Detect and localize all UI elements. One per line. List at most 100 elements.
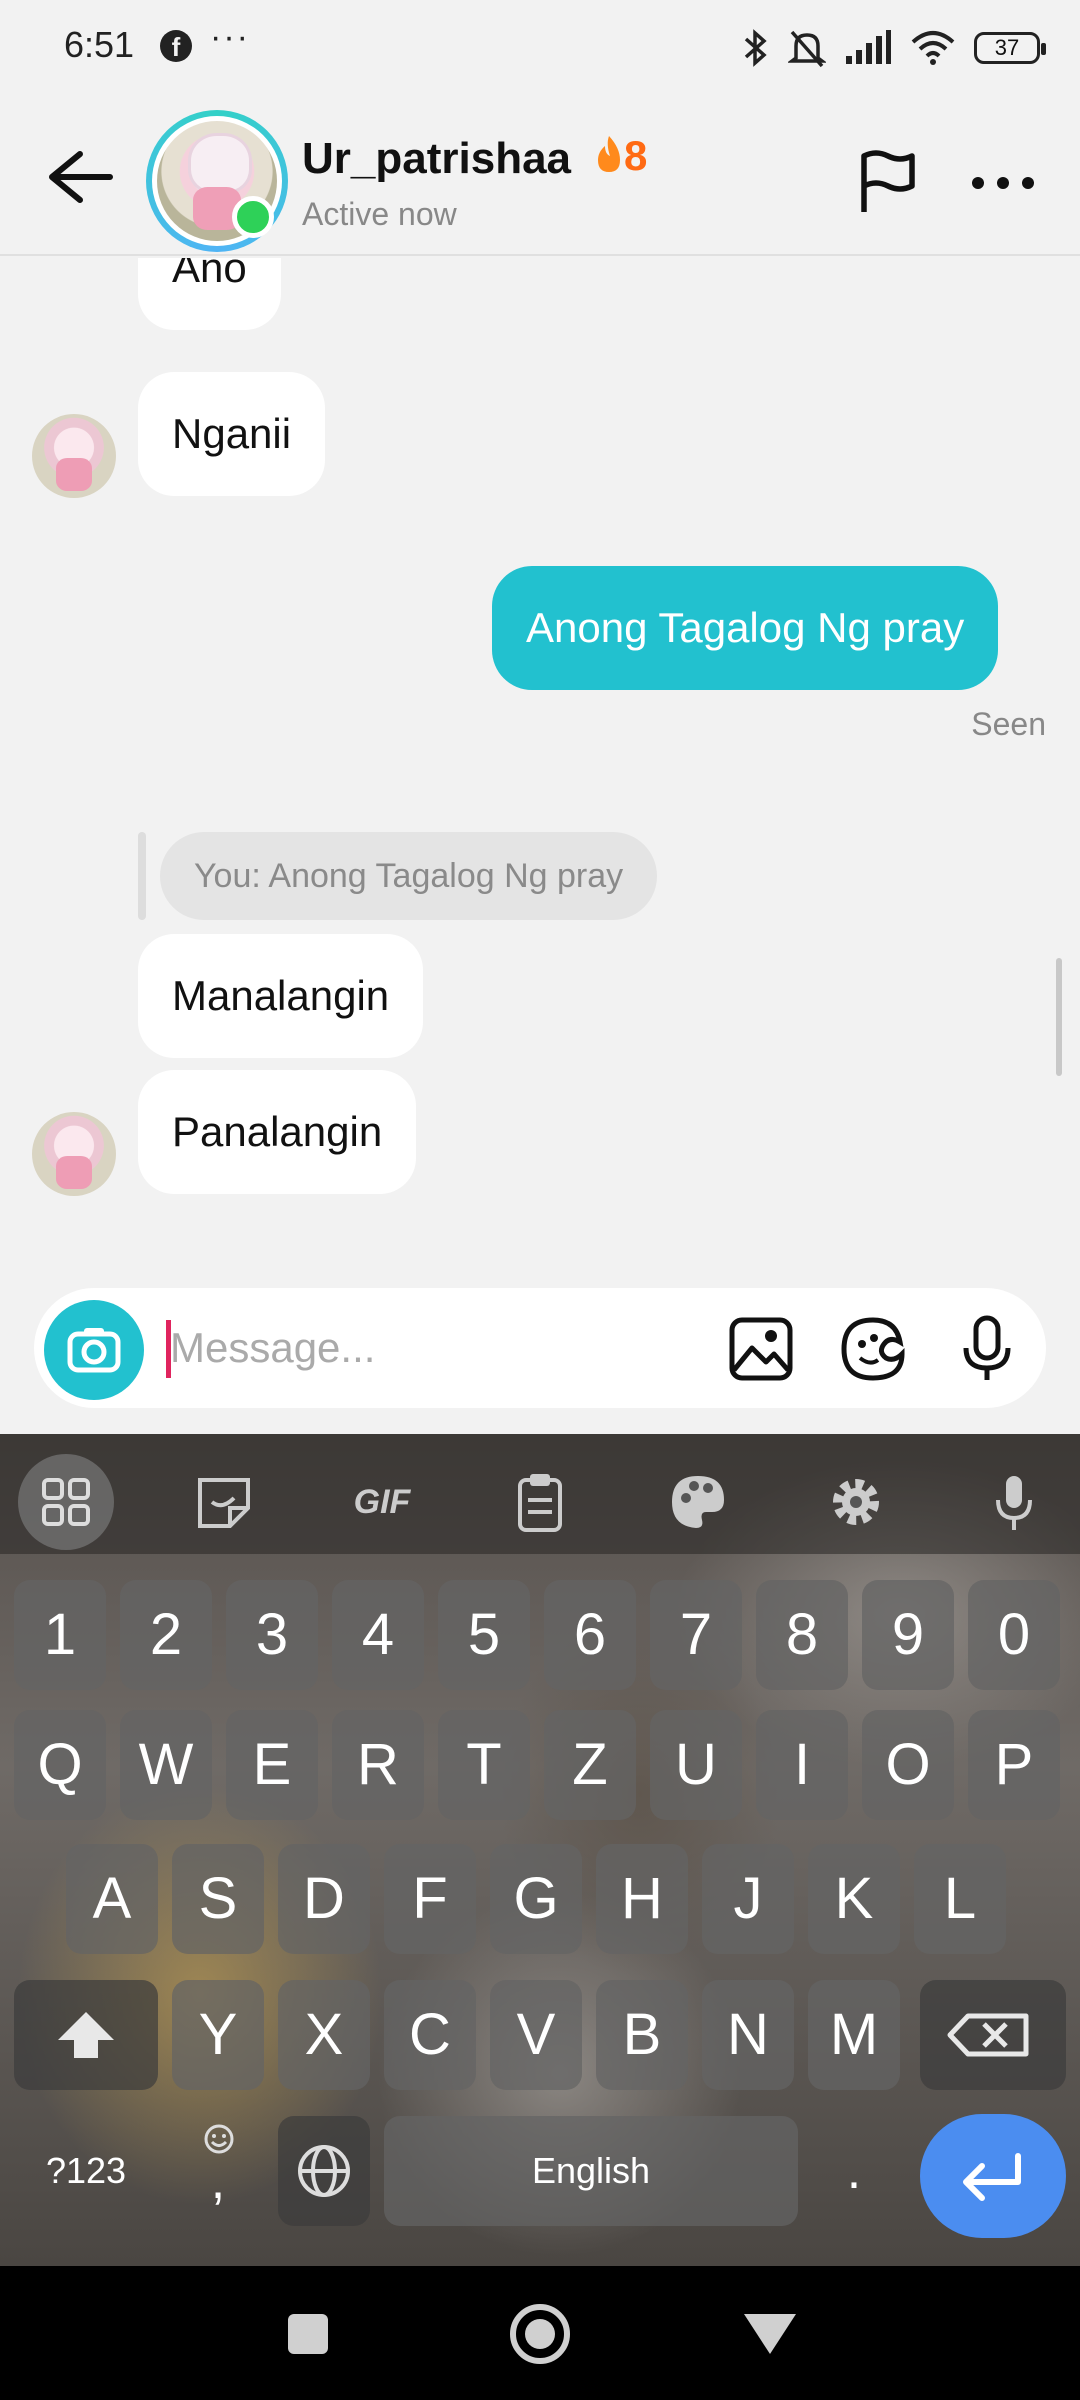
message-composer xyxy=(34,1288,1046,1408)
comma-emoji-key[interactable]: , xyxy=(172,2116,264,2226)
key-b[interactable]: B xyxy=(596,1980,688,2090)
reply-preview[interactable]: You: Anong Tagalog Ng pray xyxy=(160,832,658,920)
key-e[interactable]: E xyxy=(226,1710,318,1820)
wifi-icon xyxy=(911,31,955,65)
message-bubble-sent[interactable]: Anong Tagalog Ng pray xyxy=(492,566,999,690)
message-bubble-received[interactable]: Ano xyxy=(138,258,281,330)
key-9[interactable]: 9 xyxy=(862,1580,954,1690)
key-m[interactable]: M xyxy=(808,1980,900,2090)
reply-indicator xyxy=(138,832,146,920)
back-arrow-icon[interactable] xyxy=(40,142,120,212)
apps-grid-icon[interactable] xyxy=(18,1454,114,1550)
more-options-icon[interactable] xyxy=(968,148,1038,218)
streak-count: 8 xyxy=(624,132,648,179)
sticker-keyboard-icon[interactable] xyxy=(176,1454,272,1550)
key-5[interactable]: 5 xyxy=(438,1580,530,1690)
key-0[interactable]: 0 xyxy=(968,1580,1060,1690)
more-notifications-icon: ··· xyxy=(210,18,250,56)
settings-gear-icon[interactable] xyxy=(808,1454,904,1550)
key-v[interactable]: V xyxy=(490,1980,582,2090)
key-z[interactable]: Z xyxy=(544,1710,636,1820)
fire-icon xyxy=(598,136,620,172)
message-text: Ano xyxy=(172,258,247,291)
symbols-key[interactable]: ?123 xyxy=(14,2116,158,2226)
status-time: 6:51 xyxy=(64,24,135,65)
key-a[interactable]: A xyxy=(66,1844,158,1954)
key-j[interactable]: J xyxy=(702,1844,794,1954)
key-d[interactable]: D xyxy=(278,1844,370,1954)
gif-button[interactable]: GIF xyxy=(334,1454,430,1550)
gallery-image-icon[interactable] xyxy=(726,1314,796,1384)
shift-key[interactable] xyxy=(14,1980,158,2090)
key-x[interactable]: X xyxy=(278,1980,370,2090)
key-2[interactable]: 2 xyxy=(120,1580,212,1690)
message-list[interactable]: Ano Nganii Anong Tagalog Ng pray Seen Yo… xyxy=(0,258,1080,1258)
scrollbar[interactable] xyxy=(1056,958,1062,1076)
period-key[interactable]: . xyxy=(808,2116,900,2226)
system-navigation-bar xyxy=(0,2266,1080,2400)
camera-button[interactable] xyxy=(44,1300,144,1400)
key-k[interactable]: K xyxy=(808,1844,900,1954)
key-7[interactable]: 7 xyxy=(650,1580,742,1690)
key-4[interactable]: 4 xyxy=(332,1580,424,1690)
chat-header: Ur_patrishaa 8 Active now xyxy=(0,96,1080,256)
message-text: Anong Tagalog Ng pray xyxy=(526,604,965,651)
space-bar[interactable]: English xyxy=(384,2116,798,2226)
key-i[interactable]: I xyxy=(756,1710,848,1820)
emoji-icon xyxy=(204,2124,234,2154)
key-w[interactable]: W xyxy=(120,1710,212,1820)
microphone-icon[interactable] xyxy=(952,1314,1022,1384)
bluetooth-icon xyxy=(744,29,767,67)
key-r[interactable]: R xyxy=(332,1710,424,1820)
active-status: Active now xyxy=(302,196,457,232)
message-text: Panalangin xyxy=(172,1108,383,1155)
message-input[interactable] xyxy=(170,1308,690,1388)
key-y[interactable]: Y xyxy=(172,1980,264,2090)
message-text: Manalangin xyxy=(172,972,390,1019)
key-3[interactable]: 3 xyxy=(226,1580,318,1690)
key-h[interactable]: H xyxy=(596,1844,688,1954)
clipboard-icon[interactable] xyxy=(492,1454,588,1550)
enter-key[interactable] xyxy=(920,2114,1066,2238)
sender-avatar[interactable] xyxy=(32,414,116,498)
key-n[interactable]: N xyxy=(702,1980,794,2090)
key-1[interactable]: 1 xyxy=(14,1580,106,1690)
sender-avatar[interactable] xyxy=(32,1112,116,1196)
battery-icon: 37 xyxy=(974,32,1046,64)
comma-label: , xyxy=(210,2152,226,2210)
home-circle-icon[interactable] xyxy=(510,2304,570,2364)
globe-icon xyxy=(298,2145,350,2197)
backspace-key[interactable] xyxy=(920,1980,1066,2090)
seen-label: Seen xyxy=(971,706,1046,742)
key-c[interactable]: C xyxy=(384,1980,476,2090)
sticker-icon[interactable] xyxy=(838,1314,908,1384)
key-o[interactable]: O xyxy=(862,1710,954,1820)
signal-icon xyxy=(846,30,891,64)
key-f[interactable]: F xyxy=(384,1844,476,1954)
key-u[interactable]: U xyxy=(650,1710,742,1820)
backspace-icon xyxy=(947,2013,1029,2057)
back-triangle-icon[interactable] xyxy=(744,2314,796,2354)
voice-input-icon[interactable] xyxy=(966,1454,1062,1550)
message-bubble-received[interactable]: Panalangin xyxy=(138,1070,417,1194)
key-p[interactable]: P xyxy=(968,1710,1060,1820)
recents-square-icon[interactable] xyxy=(288,2314,328,2354)
language-globe-key[interactable] xyxy=(278,2116,370,2226)
contact-username[interactable]: Ur_patrishaa xyxy=(302,134,571,184)
report-flag-icon[interactable] xyxy=(852,146,922,216)
message-bubble-received[interactable]: Manalangin xyxy=(138,934,424,1058)
key-g[interactable]: G xyxy=(490,1844,582,1954)
key-8[interactable]: 8 xyxy=(756,1580,848,1690)
enter-arrow-icon xyxy=(963,2153,1021,2201)
key-s[interactable]: S xyxy=(172,1844,264,1954)
silent-bell-icon xyxy=(788,30,826,68)
key-t[interactable]: T xyxy=(438,1710,530,1820)
status-bar: 6:51 f ··· 37 xyxy=(0,0,1080,96)
key-q[interactable]: Q xyxy=(14,1710,106,1820)
key-6[interactable]: 6 xyxy=(544,1580,636,1690)
facebook-notification-icon: f xyxy=(160,30,192,62)
theme-palette-icon[interactable] xyxy=(650,1454,746,1550)
message-text: Nganii xyxy=(172,410,292,457)
key-l[interactable]: L xyxy=(914,1844,1006,1954)
message-bubble-received[interactable]: Nganii xyxy=(138,372,326,496)
